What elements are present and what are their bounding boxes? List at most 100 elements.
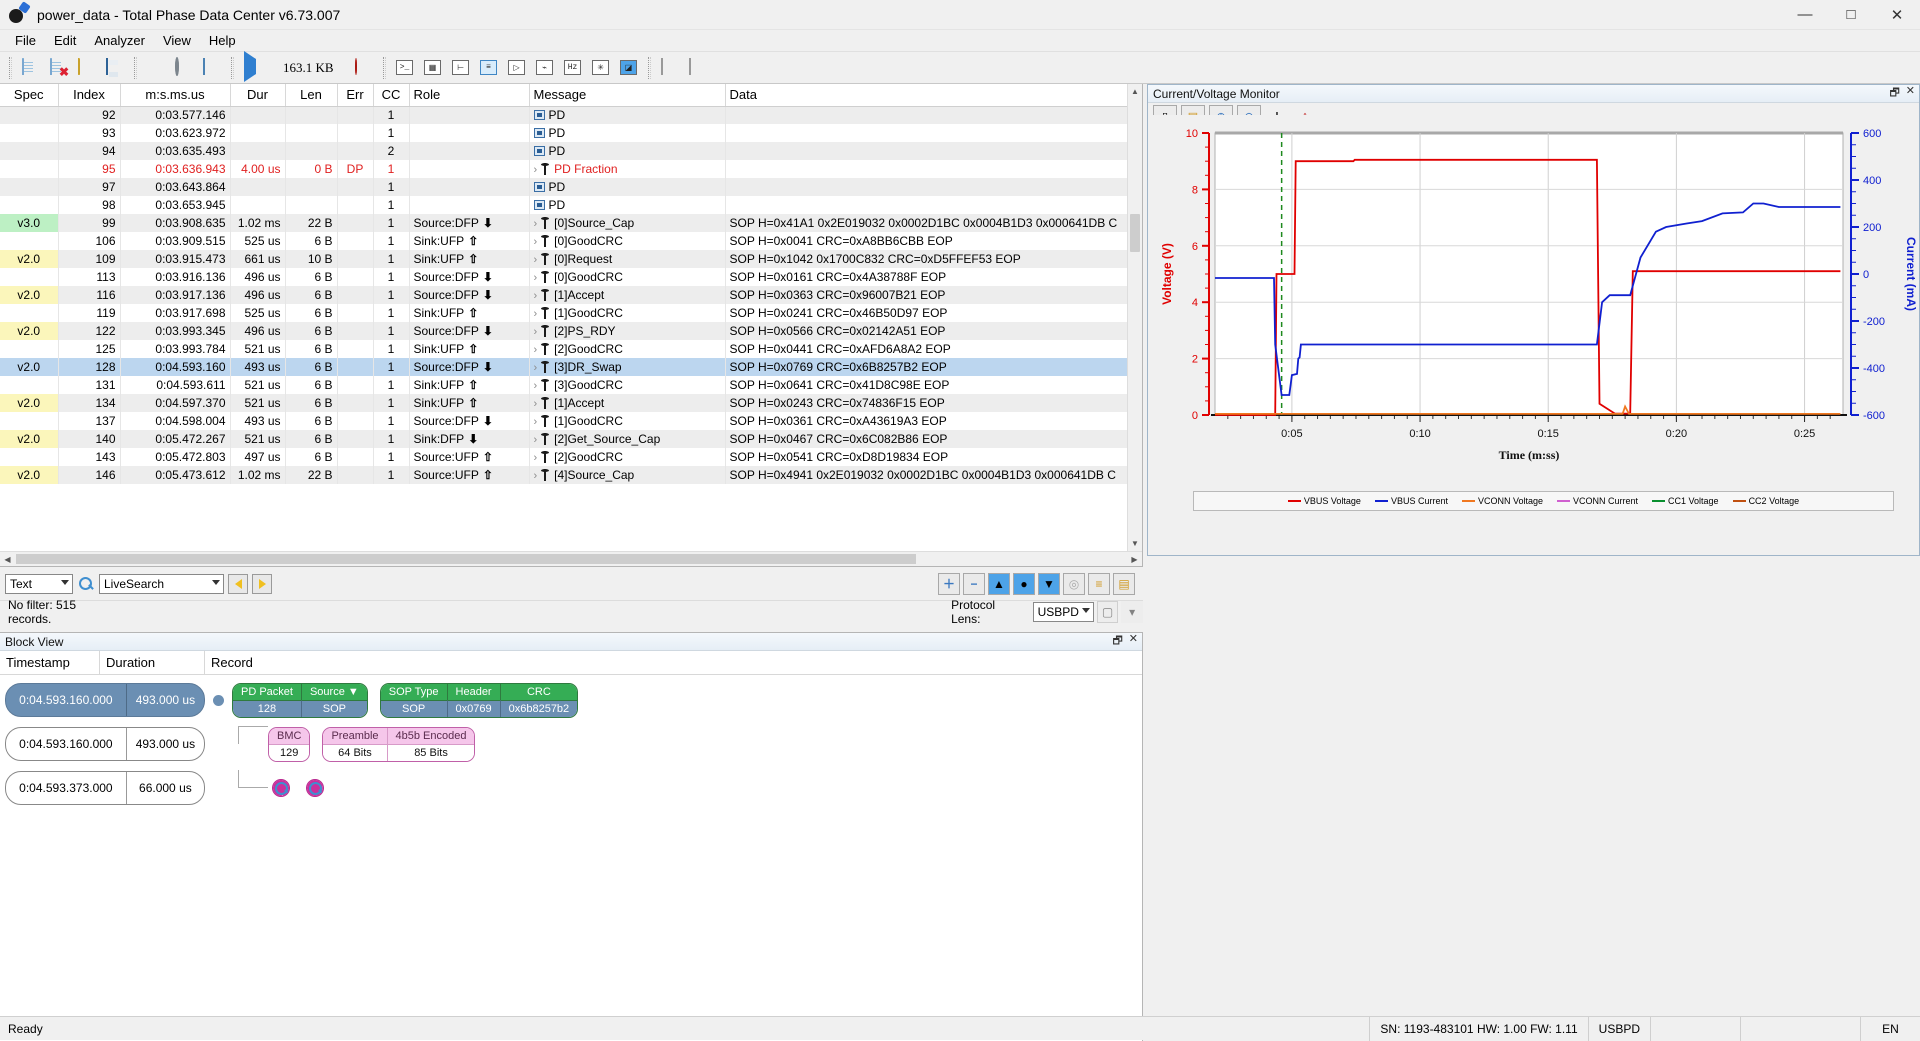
export-icon[interactable] [685, 55, 711, 81]
column-header-time[interactable]: m:s.ms.us [120, 84, 230, 106]
column-header-index[interactable]: Index [58, 84, 120, 106]
monitor-restore-icon[interactable]: 🗗 [1889, 84, 1899, 103]
column-header-cc[interactable]: CC [373, 84, 409, 106]
new-document-icon[interactable] [18, 55, 44, 81]
expand-chevron-icon[interactable]: › [534, 398, 541, 410]
table-row[interactable]: v3.0990:03.908.6351.02 ms22 B1Source:DFP… [0, 214, 1127, 232]
table-row[interactable]: 920:03.577.1461PD [0, 106, 1127, 124]
tools-icon[interactable]: ⌁ [532, 55, 558, 81]
menu-view[interactable]: View [154, 31, 200, 50]
pd-fields-block[interactable]: Num Objects0 Msg ID3 Power RoleSource Sp… [306, 779, 324, 797]
menu-file[interactable]: File [6, 31, 45, 50]
voltage-current-chart[interactable]: 0:050:100:150:200:250246810-600-400-2000… [1153, 115, 1914, 515]
packet-table-hscrollbar[interactable]: ◀ ▶ [0, 551, 1142, 566]
table-row[interactable]: 940:03.635.4932PD [0, 142, 1127, 160]
legend-item[interactable]: VBUS Voltage [1288, 496, 1361, 506]
preamble-block[interactable]: Preamble64 Bits 4b5b Encoded85 Bits [322, 727, 475, 762]
block-view-row[interactable]: 0:04.593.373.000 66.000 us PD Header130 … [0, 769, 1142, 807]
expand-chevron-icon[interactable]: › [534, 470, 541, 482]
timestamp-pill[interactable]: 0:04.593.160.000 493.000 us [5, 683, 205, 717]
table-row[interactable]: 930:03.623.9721PD [0, 124, 1127, 142]
expand-chevron-icon[interactable]: › [534, 416, 541, 428]
table-row[interactable]: 980:03.653.9451PD [0, 196, 1127, 214]
expand-chevron-icon[interactable]: › [534, 218, 541, 230]
remove-filter-button[interactable]: − [963, 573, 985, 595]
legend-item[interactable]: CC1 Voltage [1652, 496, 1719, 506]
column-header-len[interactable]: Len [285, 84, 337, 106]
menu-analyzer[interactable]: Analyzer [85, 31, 154, 50]
bmc-block[interactable]: BMC129 [268, 727, 310, 762]
network-icon[interactable]: ✳ [588, 55, 614, 81]
table-row[interactable]: v2.01340:04.597.370521 us6 B1Sink:UFP⇧›[… [0, 394, 1127, 412]
expand-chevron-icon[interactable]: › [534, 452, 541, 464]
expand-all-button[interactable]: ▲ [988, 573, 1010, 595]
hscroll-thumb[interactable] [16, 554, 916, 564]
table-row[interactable]: v2.01460:05.473.6121.02 ms22 B1Source:UF… [0, 466, 1127, 484]
sop-block[interactable]: SOP TypeSOP Header0x0769 CRC0x6b8257b2 [380, 683, 578, 718]
lens-stack-button[interactable]: ▢ [1097, 601, 1119, 623]
scroll-right-icon[interactable]: ▶ [1127, 552, 1142, 567]
maximize-button[interactable]: □ [1828, 0, 1874, 30]
menu-help[interactable]: Help [200, 31, 245, 50]
column-header-message[interactable]: Message [529, 84, 725, 106]
vscroll-thumb[interactable] [1130, 214, 1140, 252]
expand-chevron-icon[interactable]: › [534, 434, 541, 446]
collapse-level-button[interactable]: ● [1013, 573, 1035, 595]
protocol-lens-select[interactable]: USBPD [1033, 602, 1094, 622]
console-icon[interactable]: >_ [392, 55, 418, 81]
run-icon[interactable] [240, 55, 266, 81]
pd-packet-block[interactable]: PD Packet128 Source ▼SOP [232, 683, 368, 718]
lens-dropdown-button[interactable]: ▾ [1121, 601, 1143, 623]
legend-item[interactable]: VBUS Current [1375, 496, 1448, 506]
timestamp-pill[interactable]: 0:04.593.373.000 66.000 us [5, 771, 205, 805]
block-view-close-icon[interactable]: ✕ [1129, 632, 1138, 651]
scroll-down-icon[interactable]: ▼ [1128, 536, 1142, 551]
capture-settings-icon[interactable] [199, 55, 225, 81]
expand-chevron-icon[interactable]: › [534, 344, 541, 356]
search-prev-button[interactable] [228, 574, 248, 594]
device-settings-icon[interactable] [171, 55, 197, 81]
collapse-all-button[interactable]: ▼ [1038, 573, 1060, 595]
legend-item[interactable]: VCONN Current [1557, 496, 1638, 506]
close-button[interactable]: ✕ [1874, 0, 1920, 30]
search-next-button[interactable] [252, 574, 272, 594]
expand-chevron-icon[interactable]: › [534, 362, 541, 374]
hz-icon[interactable]: Hz [560, 55, 586, 81]
save-icon[interactable] [102, 55, 128, 81]
tree-icon[interactable]: ⊢ [448, 55, 474, 81]
column-header-spec[interactable]: Spec [0, 84, 58, 106]
record-icon[interactable] [351, 55, 377, 81]
expand-chevron-icon[interactable]: › [534, 236, 541, 248]
table-row[interactable]: 1370:04.598.004493 us6 B1Source:DFP⬇›[1]… [0, 412, 1127, 430]
expand-chevron-icon[interactable]: › [534, 308, 541, 320]
block-view-restore-icon[interactable]: 🗗 [1112, 632, 1122, 651]
expand-chevron-icon[interactable]: › [534, 380, 541, 392]
table-row[interactable]: v2.01090:03.915.473661 us10 B1Sink:UFP⇧›… [0, 250, 1127, 268]
column-header-dur[interactable]: Dur [230, 84, 285, 106]
target-button[interactable]: ◎ [1063, 573, 1085, 595]
playback-icon[interactable]: ▷ [504, 55, 530, 81]
copy-icon[interactable] [657, 55, 683, 81]
pd-header-block[interactable]: PD Header130 Source ▼SOP [272, 779, 290, 797]
expand-chevron-icon[interactable]: › [534, 290, 541, 302]
expand-chevron-icon[interactable]: › [534, 254, 541, 266]
packet-table-vscrollbar[interactable]: ▲ ▼ [1127, 84, 1142, 566]
grid-icon[interactable]: ▦ [420, 55, 446, 81]
pd-packet-source-label[interactable]: Source ▼ [302, 684, 367, 700]
graph-icon[interactable]: ◪ [616, 55, 642, 81]
scroll-left-icon[interactable]: ◀ [0, 552, 15, 567]
expand-chevron-icon[interactable]: › [534, 272, 541, 284]
scroll-up-icon[interactable]: ▲ [1128, 84, 1142, 99]
table-row[interactable]: 1060:03.909.515525 us6 B1Sink:UFP⇧›[0]Go… [0, 232, 1127, 250]
layers-button[interactable]: ≡ [1088, 573, 1110, 595]
menu-edit[interactable]: Edit [45, 31, 85, 50]
add-filter-button[interactable]: ＋ [938, 573, 960, 595]
delete-document-icon[interactable]: ✖ [46, 55, 72, 81]
expand-dot-icon[interactable] [213, 695, 224, 706]
table-row[interactable]: v2.01280:04.593.160493 us6 B1Source:DFP⬇… [0, 358, 1127, 376]
table-row[interactable]: 1130:03.916.136496 us6 B1Source:DFP⬇›[0]… [0, 268, 1127, 286]
detail-icon[interactable]: ≡ [476, 55, 502, 81]
table-row[interactable]: 1430:05.472.803497 us6 B1Source:UFP⇧›[2]… [0, 448, 1127, 466]
usb-device-icon[interactable] [143, 55, 169, 81]
table-row[interactable]: v2.01400:05.472.267521 us6 B1Sink:DFP⬇›[… [0, 430, 1127, 448]
